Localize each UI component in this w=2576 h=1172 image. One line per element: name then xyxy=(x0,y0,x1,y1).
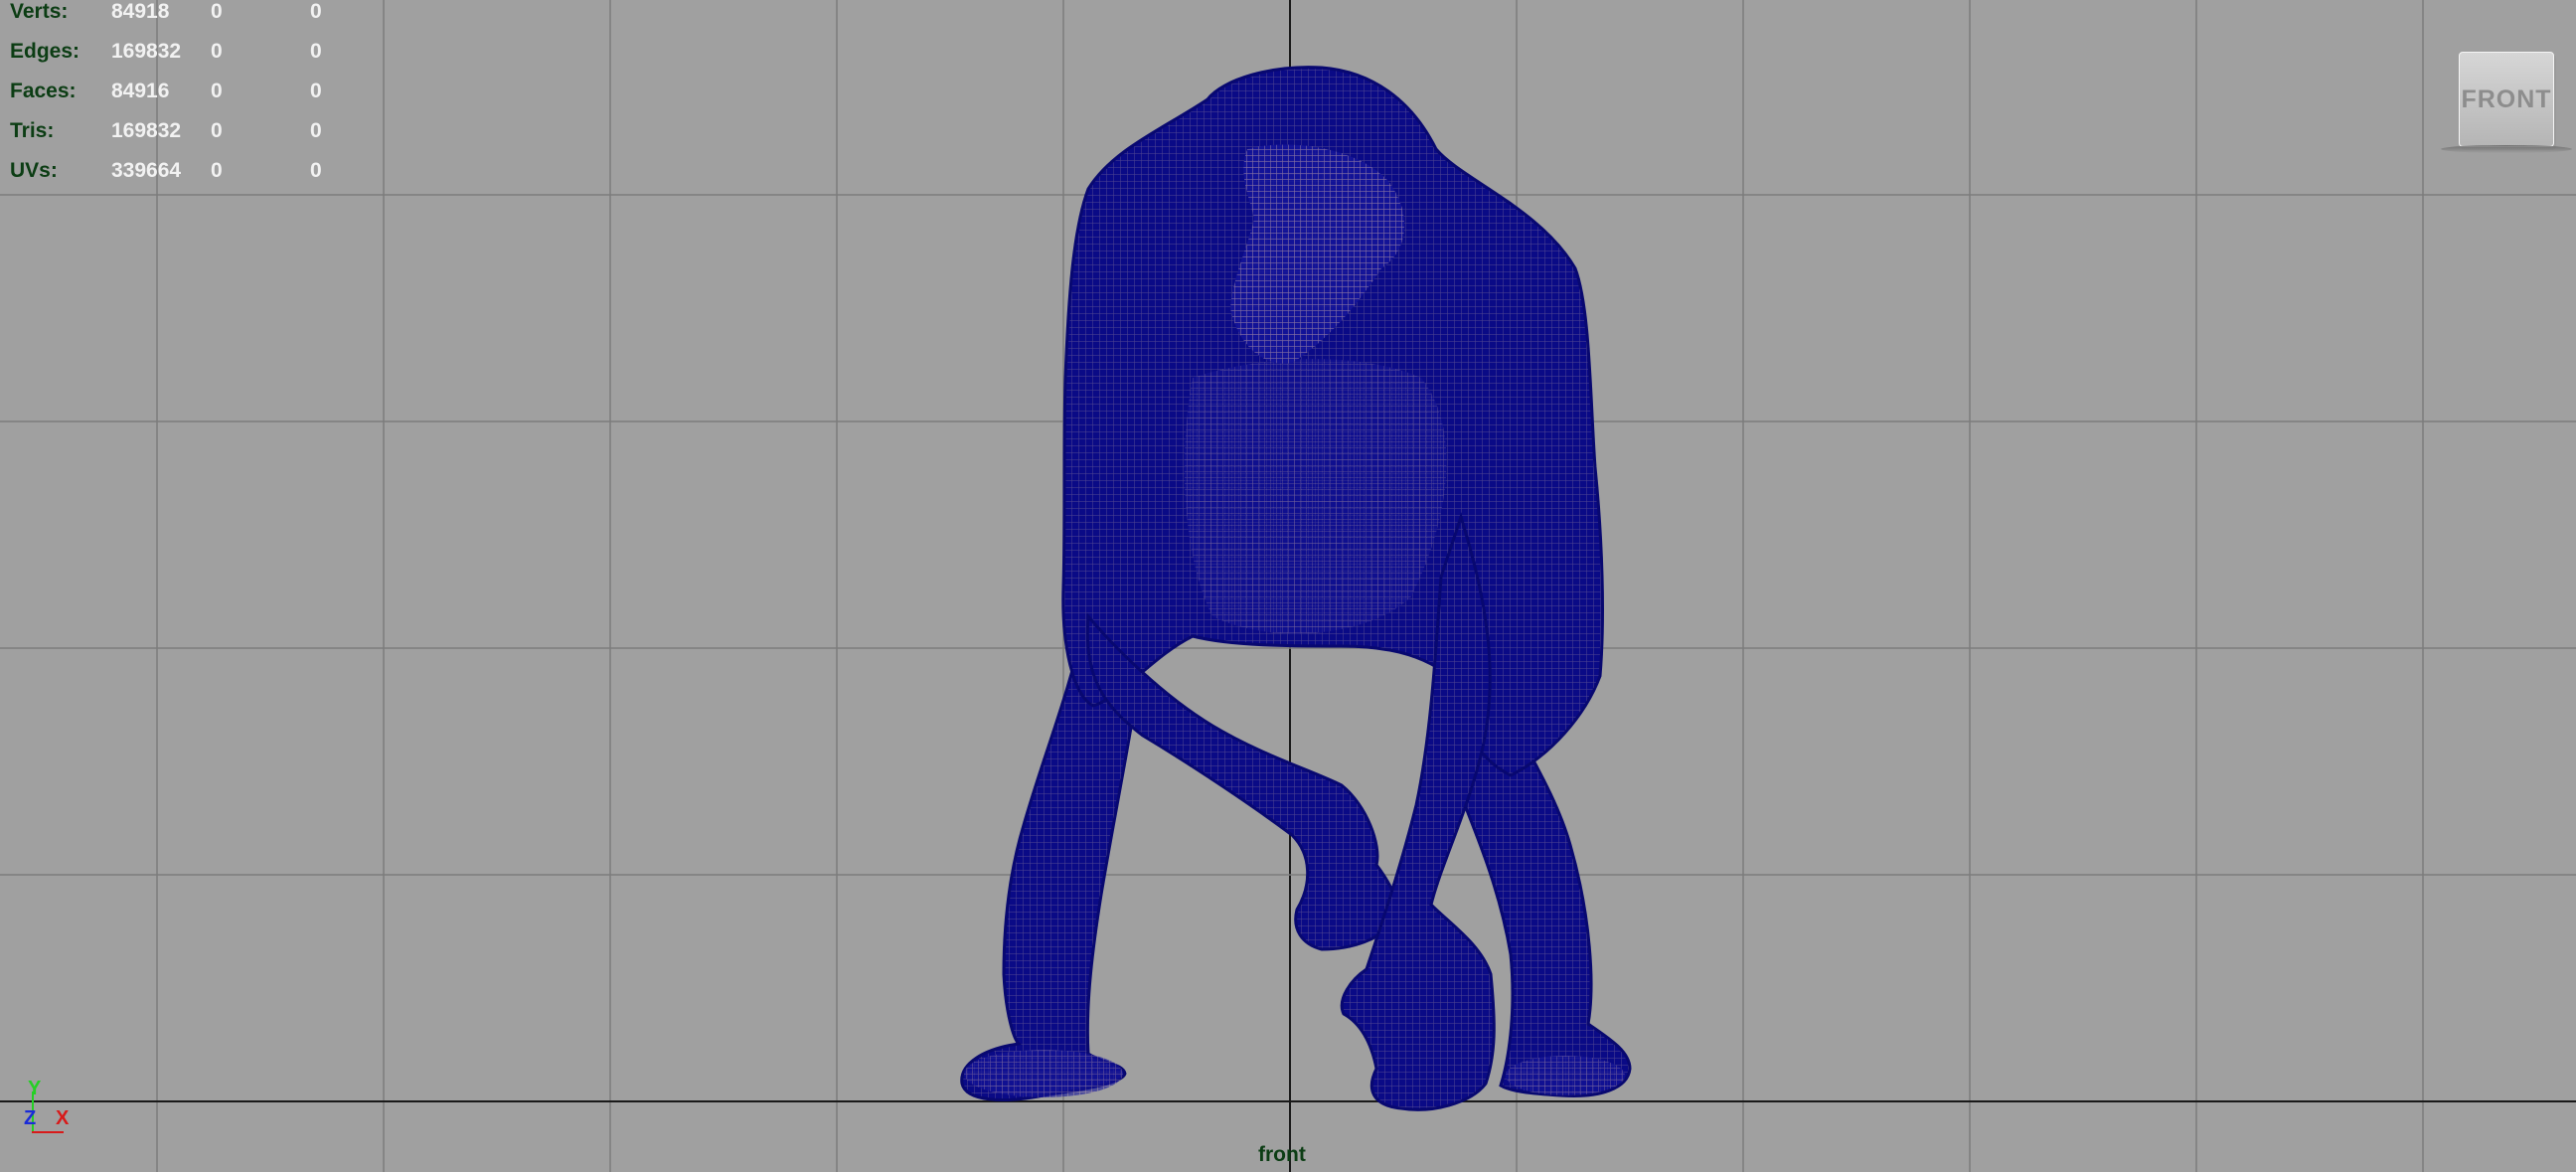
hud-value-extra: 0 xyxy=(310,0,322,23)
hud-label: Edges: xyxy=(10,40,80,63)
viewcube-shadow xyxy=(2441,145,2572,153)
viewport-canvas[interactable] xyxy=(0,0,2576,1172)
hud-value-selected: 0 xyxy=(211,159,223,182)
hud-value-total: 339664 xyxy=(111,159,182,182)
hud-label: Verts: xyxy=(10,0,69,23)
hud-value-total: 169832 xyxy=(111,119,182,142)
hud-value-total: 84918 xyxy=(111,0,170,23)
hud-value-total: 84916 xyxy=(111,80,170,102)
axis-z-label: Z xyxy=(24,1107,37,1129)
hud-value-total: 169832 xyxy=(111,40,182,63)
hud-label: UVs: xyxy=(10,159,58,182)
hud-label: Faces: xyxy=(10,80,77,102)
hud-value-selected: 0 xyxy=(211,80,223,102)
axis-x-label: X xyxy=(56,1107,70,1129)
hud-value-selected: 0 xyxy=(211,0,223,23)
axis-y-label: Y xyxy=(28,1078,42,1099)
chimpanzee-mesh[interactable] xyxy=(960,66,1632,1111)
hud-value-selected: 0 xyxy=(211,40,223,63)
hud-row: Faces: 84916 0 0 xyxy=(10,72,348,111)
poly-count-hud: Verts: 84918 0 0 Edges: 169832 0 0 Faces: 84916 0 0… xyxy=(10,0,348,191)
hud-value-extra: 0 xyxy=(310,80,322,102)
hud-value-extra: 0 xyxy=(310,119,322,142)
viewcube-front-face[interactable]: FRONT xyxy=(2459,52,2554,147)
hud-row: Tris: 169832 0 0 xyxy=(10,111,348,151)
hud-value-extra: 0 xyxy=(310,159,322,182)
mesh-chest xyxy=(1184,359,1447,634)
mesh-left-foot xyxy=(964,1050,1123,1097)
axis-x-line xyxy=(32,1131,64,1133)
hud-value-extra: 0 xyxy=(310,40,322,63)
axis-gizmo: Y Z X xyxy=(20,1074,80,1143)
viewport-panel[interactable]: Verts: 84918 0 0 Edges: 169832 0 0 Faces: 84916 0 0… xyxy=(0,0,2576,1172)
hud-value-selected: 0 xyxy=(211,119,223,142)
hud-label: Tris: xyxy=(10,119,55,142)
mesh-left-arm xyxy=(1085,612,1399,951)
mesh-right-foot xyxy=(1506,1056,1625,1095)
hud-row: Edges: 169832 0 0 xyxy=(10,32,348,72)
hud-row: UVs: 339664 0 0 xyxy=(10,151,348,191)
camera-name-label: front xyxy=(1258,1143,1306,1166)
hud-row: Verts: 84918 0 0 xyxy=(10,0,348,32)
